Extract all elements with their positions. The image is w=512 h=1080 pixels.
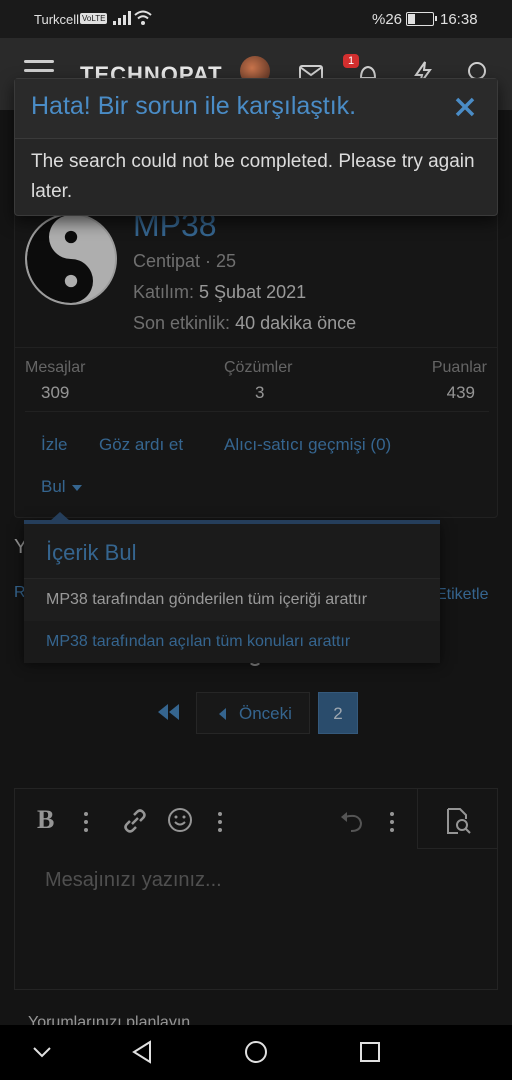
system-navigation-bar	[0, 1025, 512, 1080]
modal-backdrop[interactable]	[0, 110, 512, 1025]
close-icon[interactable]	[451, 93, 479, 121]
back-icon[interactable]	[131, 1040, 153, 1064]
dialog-message: The search could not be completed. Pleas…	[31, 151, 475, 202]
carrier-name: Turkcell	[34, 12, 80, 27]
home-icon[interactable]	[244, 1040, 268, 1064]
wifi-icon	[134, 10, 152, 25]
error-dialog: Hata! Bir sorun ile karşılaştık. The sea…	[14, 78, 498, 216]
battery-percent: %26	[372, 11, 403, 28]
volte-badge: VoLTE	[80, 13, 108, 24]
recent-apps-icon[interactable]	[359, 1041, 381, 1063]
notification-badge: 1	[343, 54, 360, 68]
chevron-down-icon[interactable]	[32, 1045, 52, 1059]
dialog-title: Hata! Bir sorun ile karşılaştık.	[31, 92, 357, 120]
clock: 16:38	[440, 11, 478, 28]
status-bar: Turkcell VoLTE %26 16:38	[0, 0, 512, 38]
battery-icon	[406, 12, 437, 26]
dialog-header: Hata! Bir sorun ile karşılaştık.	[15, 79, 497, 139]
signal-icon	[113, 11, 131, 25]
